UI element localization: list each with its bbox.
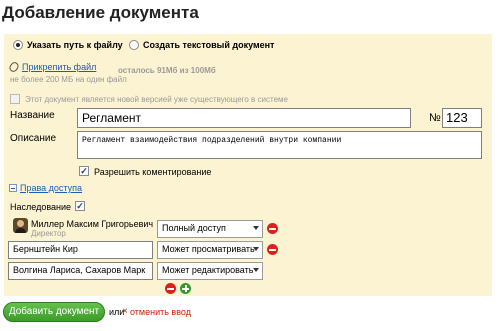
radio-text[interactable]	[129, 40, 139, 50]
inheritance-label: Наследование	[10, 202, 72, 212]
access-permission-value: Может редактировать	[162, 265, 254, 275]
access-user-input[interactable]: Бернштейн Кир	[8, 241, 153, 259]
chevron-down-icon	[253, 226, 259, 230]
description-label: Описание	[10, 133, 57, 144]
collapse-access-icon[interactable]	[9, 184, 17, 192]
page-title: Добавление документа	[2, 3, 199, 22]
remove-icon[interactable]	[267, 244, 278, 255]
remove-icon[interactable]	[165, 283, 176, 294]
access-user-input[interactable]: Волгина Лариса, Сахаров Марк	[8, 262, 153, 280]
file-limit-note: не более 200 МБ на один файл	[10, 75, 127, 84]
owner-permission-select[interactable]: Полный доступ	[157, 220, 263, 238]
access-rights-link[interactable]: Права доступа	[20, 183, 82, 193]
access-permission-value: Может просматривать	[162, 244, 255, 254]
avatar	[13, 218, 28, 233]
cancel-x-icon[interactable]: ×	[122, 306, 128, 317]
name-input[interactable]: Регламент	[77, 108, 411, 128]
allow-comments-label: Разрешить коментирование	[94, 167, 212, 177]
name-label: Название	[10, 110, 55, 121]
owner-permission-value: Полный доступ	[162, 223, 226, 233]
chevron-down-icon	[253, 247, 259, 251]
new-version-label: Этот документ является новой версией уже…	[25, 95, 288, 104]
attach-file-link[interactable]: Прикрепить файл	[22, 62, 96, 72]
description-textarea[interactable]: Регламент взаимодействия подразделений в…	[77, 131, 482, 159]
remove-icon[interactable]	[267, 223, 278, 234]
inheritance-checkbox[interactable]: ✓	[75, 201, 85, 211]
quota-text: осталось 91Мб из 100Мб	[118, 66, 216, 75]
access-permission-select[interactable]: Может редактировать	[157, 262, 263, 280]
number-input[interactable]: 123	[442, 108, 482, 128]
chevron-down-icon	[253, 268, 259, 272]
add-document-button[interactable]: Добавить документ	[3, 302, 105, 322]
access-permission-select[interactable]: Может просматривать	[157, 241, 263, 259]
number-label: №	[429, 112, 441, 124]
radio-file-label[interactable]: Указать путь к файлу	[27, 40, 123, 50]
new-version-checkbox[interactable]	[10, 94, 20, 104]
add-icon[interactable]	[180, 283, 191, 294]
allow-comments-checkbox[interactable]: ✓	[79, 166, 89, 176]
owner-name: Миллер Максим Григорьевич	[31, 219, 154, 229]
owner-role: Директор	[31, 229, 66, 238]
radio-text-label[interactable]: Создать текстовый документ	[143, 40, 274, 50]
cancel-link[interactable]: отменить ввод	[130, 307, 191, 317]
radio-file[interactable]	[13, 40, 23, 50]
